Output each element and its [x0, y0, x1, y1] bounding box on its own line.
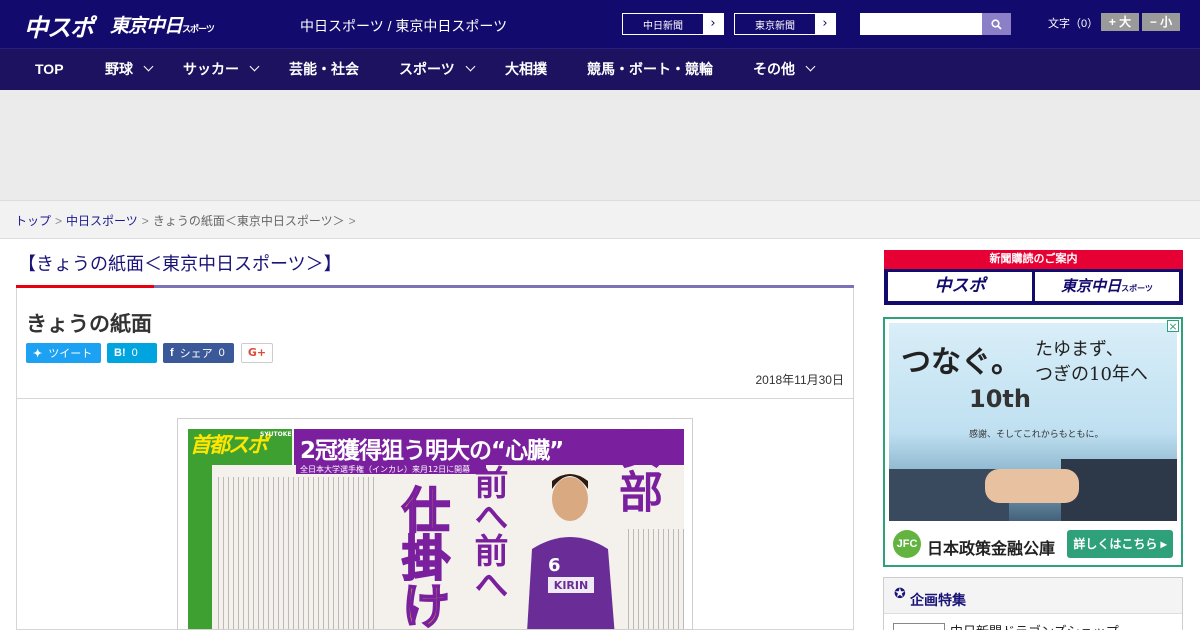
- hatena-icon: B!: [114, 347, 126, 359]
- nav-label: 大相撲: [505, 61, 547, 77]
- breadcrumb-separator: >: [141, 214, 149, 228]
- facebook-share-button[interactable]: f シェア 0: [163, 343, 234, 363]
- tokyo-chunichi-logo[interactable]: 東京中日スポーツ: [110, 11, 215, 38]
- ad-line2-text: たゆまず、: [1035, 339, 1124, 360]
- subscribe-tokyo-small: スポーツ: [1121, 284, 1153, 293]
- gplus-button[interactable]: G+: [241, 343, 273, 363]
- facebook-count: 0: [218, 347, 225, 359]
- ad-close-icon[interactable]: ×: [1167, 320, 1179, 332]
- ribbon-icon: ✪: [894, 586, 906, 602]
- feature-item-link[interactable]: 中日新聞ドラゴンズショップ: [950, 621, 1119, 630]
- nav-item-sumo[interactable]: 大相撲: [505, 49, 547, 91]
- green-column: [188, 465, 212, 629]
- page-heading: 【きょうの紙面＜東京中日スポーツ＞】: [18, 254, 342, 274]
- subscribe-tokyo-chunichi[interactable]: 東京中日スポーツ: [1035, 272, 1179, 301]
- breadcrumb-link-chunichi[interactable]: 中日スポーツ: [66, 214, 138, 228]
- text-columns-right: [628, 529, 684, 629]
- ad-line2: たゆまず、つぎの10年へ: [1035, 337, 1148, 387]
- subscription-banner[interactable]: 新聞購読のご案内 中スポ 東京中日スポーツ: [884, 250, 1183, 305]
- breadcrumb-bar: トップ > 中日スポーツ > きょうの紙面＜東京中日スポーツ＞ >: [0, 200, 1200, 239]
- search-input[interactable]: [860, 13, 982, 35]
- ad-anniversary: 10th: [969, 385, 1031, 413]
- search-icon: [991, 18, 1002, 30]
- font-larger-button[interactable]: + 大: [1101, 13, 1139, 31]
- nav-item-top[interactable]: TOP: [35, 49, 64, 91]
- search-button[interactable]: [982, 13, 1011, 35]
- feature-thumbnail[interactable]: [893, 623, 945, 630]
- nav-item-other[interactable]: その他: [753, 49, 816, 91]
- breadcrumb: トップ > 中日スポーツ > きょうの紙面＜東京中日スポーツ＞ >: [15, 212, 360, 229]
- masthead-logo: 首都スポ: [190, 433, 268, 457]
- ad-line1: つなぐ。: [901, 345, 1021, 380]
- nav-label: 競馬・ボート・競輪: [587, 61, 713, 77]
- svg-text:KIRIN: KIRIN: [554, 579, 588, 592]
- nav-item-baseball[interactable]: 野球: [105, 49, 154, 91]
- ad-advertiser: 日本政策金融公庫: [927, 541, 1056, 558]
- hatena-bookmark-button[interactable]: B! 0: [107, 343, 157, 363]
- breadcrumb-current: きょうの紙面＜東京中日スポーツ＞: [152, 214, 345, 228]
- nav-label: スポーツ: [399, 61, 455, 77]
- chuspo-logo[interactable]: 中スポ: [24, 8, 94, 43]
- tweet-label: ツイート: [48, 348, 93, 360]
- jfc-advertisement[interactable]: つなぐ。 たゆまず、つぎの10年へ 10th 感謝、そしてこれからもともに。 J…: [883, 317, 1183, 567]
- newspaper-page: 首都スポ SYUTOKEN SPORTS 2冠獲得狙う明大の“心臓” 全日本大学…: [188, 429, 684, 629]
- hatena-count: 0: [131, 347, 138, 359]
- newspaper-frontpage-image[interactable]: 首都スポ SYUTOKEN SPORTS 2冠獲得狙う明大の“心臓” 全日本大学…: [177, 418, 693, 630]
- newspaper-subline: 全日本大学選手権（インカレ）来月12日に開幕: [300, 465, 471, 474]
- svg-text:6: 6: [548, 555, 561, 576]
- tweet-button[interactable]: ✦ ツイート: [26, 343, 101, 363]
- tokyo-logo-small: スポーツ: [182, 25, 215, 35]
- headline-name: 安部: [611, 429, 662, 513]
- main-nav: TOP 野球 サッカー 芸能・社会 スポーツ 大相撲 競馬・ボート・競輪 その他: [0, 48, 1200, 90]
- ad-tagline: 感謝、そしてこれからもともに。: [969, 430, 1104, 440]
- nav-label: TOP: [35, 61, 64, 77]
- nav-item-soccer[interactable]: サッカー: [183, 49, 260, 91]
- ext-link-label: 東京新聞: [755, 20, 795, 32]
- chevron-down-icon: [805, 61, 816, 72]
- jfc-logo-icon: JFC: [893, 530, 921, 558]
- twitter-icon: ✦: [33, 347, 43, 360]
- publish-date: 2018年11月30日: [755, 373, 844, 387]
- chevron-right-icon: ›: [815, 14, 835, 34]
- nav-item-keiba[interactable]: 競馬・ボート・競輪: [587, 49, 713, 91]
- tokyo-shinbun-link[interactable]: 東京新聞 ›: [734, 13, 836, 35]
- top-ad-area: [0, 90, 1200, 200]
- site-header: 中スポ 東京中日スポーツ 中日スポーツ / 東京中日スポーツ 中日新聞 › 東京…: [0, 0, 1200, 48]
- headline-big-2: 仕掛け: [392, 484, 450, 629]
- breadcrumb-separator: >: [55, 214, 63, 228]
- feature-title: 企画特集: [910, 592, 966, 608]
- ad-line3-text: つぎの10年へ: [1035, 364, 1148, 385]
- chunichi-shinbun-link[interactable]: 中日新聞 ›: [622, 13, 724, 35]
- card-divider: [16, 398, 854, 399]
- nav-label: 芸能・社会: [289, 61, 359, 77]
- ad-details-button[interactable]: 詳しくはこちら ▸: [1067, 530, 1173, 558]
- breadcrumb-separator: >: [348, 214, 356, 228]
- nav-label: その他: [753, 61, 795, 77]
- subscription-title: 新聞購読のご案内: [884, 250, 1183, 269]
- chevron-down-icon: [465, 61, 476, 72]
- chevron-down-icon: [249, 61, 260, 72]
- feature-special-box: ✪ 企画特集 中日新聞ドラゴンズショップ: [883, 577, 1183, 630]
- breadcrumb-link-top[interactable]: トップ: [15, 214, 51, 228]
- ext-link-label: 中日新聞: [643, 20, 683, 32]
- ad-handshake: [985, 469, 1079, 503]
- tokyo-logo-main: 東京中日: [110, 15, 183, 37]
- text-columns: [218, 477, 378, 629]
- nav-label: サッカー: [183, 61, 239, 77]
- headline-big-1: 前へ前へ: [468, 465, 508, 601]
- nav-label: 野球: [105, 61, 133, 77]
- facebook-icon: f: [170, 347, 174, 359]
- facebook-label: シェア: [179, 348, 213, 360]
- subscribe-tokyo-main: 東京中日: [1061, 277, 1122, 295]
- nav-item-entertainment[interactable]: 芸能・社会: [289, 49, 359, 91]
- nav-item-sports[interactable]: スポーツ: [399, 49, 476, 91]
- chevron-down-icon: [143, 61, 154, 72]
- site-title: 中日スポーツ / 東京中日スポーツ: [300, 18, 508, 34]
- font-size-label: 文字（0）: [1048, 18, 1099, 30]
- player-photo: KIRIN 6: [527, 474, 615, 629]
- article-title: きょうの紙面: [26, 313, 152, 336]
- subscribe-chuspo[interactable]: 中スポ: [888, 272, 1032, 301]
- chevron-right-icon: ›: [703, 14, 723, 34]
- font-smaller-button[interactable]: − 小: [1142, 13, 1180, 31]
